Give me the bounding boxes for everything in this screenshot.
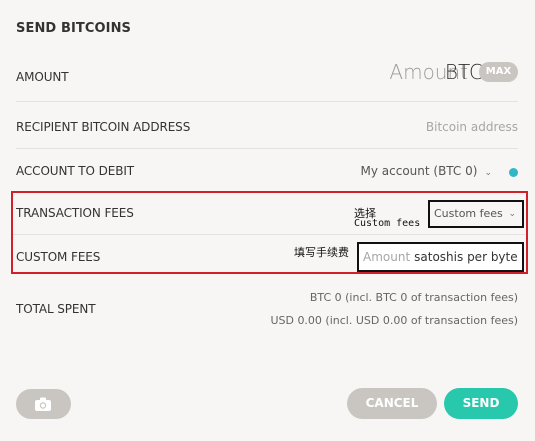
custom-fees-unit: satoshis per byte (414, 250, 518, 264)
fees-select[interactable]: Custom fees ⌄ (428, 200, 524, 228)
chevron-down-icon: ⌄ (484, 168, 492, 178)
max-button[interactable]: MAX (479, 62, 518, 82)
annotation-custom-fees: Custom fees (354, 218, 421, 229)
recipient-label: RECIPIENT BITCOIN ADDRESS (16, 120, 191, 134)
recipient-address-input[interactable]: Bitcoin address (426, 120, 518, 134)
transaction-fees-label: TRANSACTION FEES (16, 206, 134, 220)
amount-unit: BTC (444, 60, 483, 84)
account-select[interactable]: My account (BTC 0) ⌄ (361, 164, 493, 178)
annotation-fill-fee: 填写手续费 (294, 246, 349, 259)
account-select-value: My account (BTC 0) (360, 164, 478, 178)
amount-label: AMOUNT (16, 70, 69, 84)
account-status-dot (509, 168, 518, 177)
total-btc-value: BTC 0 (incl. BTC 0 of transaction fees) (309, 291, 518, 304)
divider (13, 234, 525, 235)
custom-fees-input[interactable]: Amount satoshis per byte (357, 242, 524, 272)
page-title: SEND BITCOINS (16, 21, 132, 36)
account-label: ACCOUNT TO DEBIT (16, 164, 135, 178)
chevron-down-icon: ⌄ (508, 209, 516, 219)
total-spent-label: TOTAL SPENT (16, 302, 96, 316)
cancel-button[interactable]: CANCEL (347, 388, 437, 419)
custom-fees-label: CUSTOM FEES (16, 250, 101, 264)
divider (16, 148, 518, 149)
camera-icon (35, 397, 51, 411)
divider (16, 101, 518, 102)
total-usd-value: USD 0.00 (incl. USD 0.00 of transaction … (270, 314, 518, 327)
camera-button[interactable] (16, 389, 71, 419)
fees-select-value: Custom fees (434, 207, 503, 220)
custom-fees-placeholder: Amount (363, 250, 411, 264)
send-button[interactable]: SEND (444, 388, 518, 419)
